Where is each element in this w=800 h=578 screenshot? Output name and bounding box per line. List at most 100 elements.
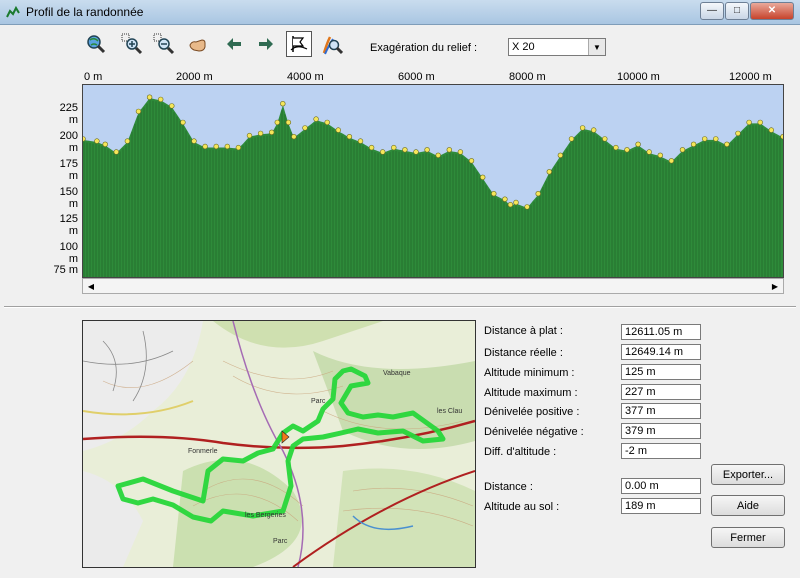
horizontal-scrollbar[interactable]: ◀ ▶ <box>82 278 784 294</box>
cursor-label-altitude: Altitude au sol : <box>484 501 560 513</box>
data-point <box>446 147 452 153</box>
scroll-right-icon[interactable]: ▶ <box>768 279 782 293</box>
pan-hand-icon <box>189 39 206 52</box>
data-point <box>690 141 697 147</box>
data-point <box>657 152 663 159</box>
relief-select[interactable]: X 20 ▼ <box>508 38 606 56</box>
data-point <box>579 125 586 131</box>
data-point <box>624 147 630 153</box>
x-tick-label: 12000 m <box>729 71 772 83</box>
zoom-in-button[interactable] <box>120 32 144 56</box>
data-point <box>94 138 100 144</box>
x-tick-label: 6000 m <box>398 71 435 83</box>
data-point <box>246 132 253 139</box>
x-tick-label: 4000 m <box>287 71 324 83</box>
x-tick-label: 2000 m <box>176 71 213 83</box>
data-point <box>735 130 741 137</box>
relief-label: Exagération du relief : <box>370 42 478 54</box>
cursor-value-distance: 0.00 m <box>621 478 701 494</box>
data-point <box>480 174 486 181</box>
previous-button[interactable] <box>222 32 246 56</box>
minimize-button[interactable]: — <box>700 2 724 20</box>
data-point <box>457 149 464 155</box>
pan-button[interactable] <box>186 32 210 56</box>
map-label: Fonmerle <box>188 448 218 455</box>
data-point <box>368 144 375 151</box>
cursor-value-altitude: 189 m <box>621 498 701 514</box>
help-button[interactable]: Aide <box>711 495 785 516</box>
data-point <box>701 136 708 142</box>
stat-value-altitude-min: 125 m <box>621 364 701 380</box>
locate-icon <box>322 36 343 55</box>
data-point <box>269 129 275 135</box>
elevation-profile-svg <box>83 85 783 277</box>
route-map[interactable]: Parc Vabaque les Clau Fonmerle Parc les … <box>82 320 476 568</box>
arrow-right-icon <box>259 38 273 50</box>
close-window-button[interactable]: ✕ <box>750 2 794 20</box>
y-tick-label: 225 m <box>59 102 78 126</box>
cursor-label-distance: Distance : <box>484 481 533 493</box>
y-tick-label: 75 m <box>53 264 78 276</box>
data-point <box>313 116 319 122</box>
zoom-in-icon <box>121 33 143 55</box>
data-point <box>613 144 619 151</box>
data-point <box>491 190 497 197</box>
close-button[interactable]: Fermer <box>711 527 785 548</box>
stat-label-altitude-max: Altitude maximum : <box>484 387 578 399</box>
data-point <box>302 125 308 131</box>
profile-mode-button[interactable] <box>286 31 312 57</box>
data-point <box>468 158 475 164</box>
data-point <box>646 149 652 155</box>
data-point <box>635 141 641 147</box>
data-point <box>274 119 281 126</box>
zoom-out-button[interactable] <box>152 32 176 56</box>
data-point <box>102 141 108 147</box>
data-point <box>768 127 774 133</box>
relief-select-value: X 20 <box>512 41 535 53</box>
map-label: Parc <box>273 538 288 545</box>
data-point <box>169 103 175 109</box>
data-point <box>83 136 86 142</box>
elevation-profile-chart[interactable] <box>82 84 784 278</box>
stat-label-distance-real: Distance réelle : <box>484 347 563 359</box>
data-point <box>285 119 292 126</box>
window-title: Profil de la randonnée <box>26 5 144 19</box>
y-tick-label: 100 m <box>59 241 78 265</box>
app-icon <box>6 5 20 18</box>
stat-value-negative-gain: 379 m <box>621 423 701 439</box>
data-point <box>335 127 342 133</box>
x-tick-label: 10000 m <box>617 71 660 83</box>
data-point <box>280 101 286 107</box>
data-point <box>213 143 219 150</box>
stat-label-altitude-min: Altitude minimum : <box>484 367 575 379</box>
stat-value-distance-flat: 12611.05 m <box>621 324 701 340</box>
title-bar: Profil de la randonnée — □ ✕ <box>0 0 800 25</box>
zoom-globe-icon <box>87 35 106 54</box>
scroll-left-icon[interactable]: ◀ <box>84 279 98 293</box>
chevron-down-icon[interactable]: ▼ <box>588 39 605 55</box>
maximize-button[interactable]: □ <box>725 2 749 20</box>
zoom-out-icon <box>153 33 175 55</box>
locate-button[interactable] <box>320 32 344 56</box>
data-point <box>713 136 719 142</box>
route-map-svg: Parc Vabaque les Clau Fonmerle Parc les … <box>83 321 475 567</box>
data-point <box>413 149 419 155</box>
stat-value-distance-real: 12649.14 m <box>621 344 701 360</box>
stat-label-negative-gain: Dénivelée négative : <box>484 426 584 438</box>
data-point <box>546 169 552 175</box>
data-point <box>557 152 564 159</box>
data-point <box>346 133 353 140</box>
data-point <box>157 96 164 103</box>
data-point <box>202 143 208 150</box>
data-point <box>602 136 608 142</box>
arrow-left-icon <box>227 38 241 50</box>
next-button[interactable] <box>254 32 278 56</box>
stat-value-altitude-max: 227 m <box>621 384 701 400</box>
zoom-globe-button[interactable] <box>84 32 108 56</box>
data-point <box>535 190 541 197</box>
data-point <box>191 138 197 144</box>
export-button[interactable]: Exporter... <box>711 464 785 485</box>
y-tick-label: 125 m <box>59 213 78 237</box>
data-point <box>402 147 408 153</box>
x-tick-label: 8000 m <box>509 71 546 83</box>
